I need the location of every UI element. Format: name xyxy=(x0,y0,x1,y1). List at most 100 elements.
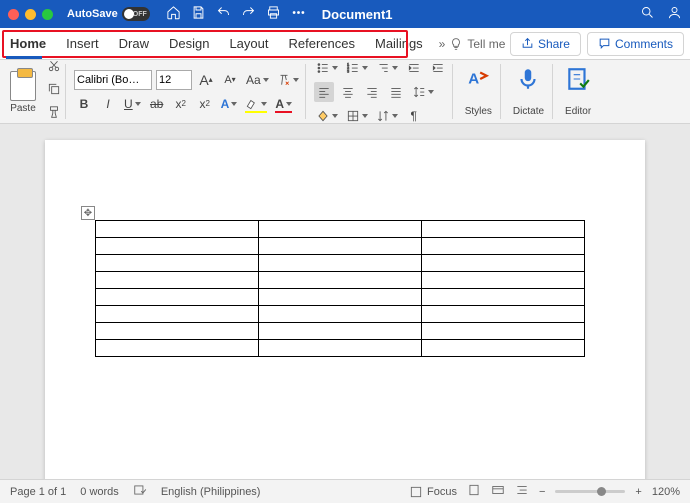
view-print-icon[interactable] xyxy=(467,483,481,500)
dictate-group[interactable]: Dictate xyxy=(505,64,553,119)
tab-draw[interactable]: Draw xyxy=(109,28,159,59)
decrease-font-icon[interactable]: A▾ xyxy=(220,70,240,90)
font-name-select[interactable] xyxy=(74,70,152,90)
align-center-button[interactable] xyxy=(338,82,358,102)
numbering-button[interactable]: 123 xyxy=(344,58,370,78)
table-cell[interactable] xyxy=(259,272,422,289)
account-icon[interactable] xyxy=(667,5,682,23)
paste-icon[interactable] xyxy=(10,71,36,101)
table-cell[interactable] xyxy=(96,323,259,340)
focus-button[interactable]: Focus xyxy=(409,485,457,499)
table-cell[interactable] xyxy=(422,306,585,323)
search-icon[interactable] xyxy=(640,5,655,23)
zoom-out-button[interactable]: − xyxy=(539,486,545,498)
close-window-icon[interactable] xyxy=(8,9,19,20)
multilevel-list-button[interactable] xyxy=(374,58,400,78)
table-cell[interactable] xyxy=(422,323,585,340)
table-cell[interactable] xyxy=(259,289,422,306)
spellcheck-icon[interactable] xyxy=(133,483,147,500)
view-outline-icon[interactable] xyxy=(515,483,529,500)
shading-button[interactable] xyxy=(314,106,340,126)
highlight-button[interactable] xyxy=(243,94,269,114)
maximize-window-icon[interactable] xyxy=(42,9,53,20)
zoom-slider[interactable] xyxy=(555,490,625,493)
align-right-button[interactable] xyxy=(362,82,382,102)
more-icon[interactable] xyxy=(291,5,306,23)
underline-button[interactable]: U xyxy=(122,94,143,114)
table-cell[interactable] xyxy=(422,255,585,272)
table-row[interactable] xyxy=(96,221,585,238)
line-spacing-button[interactable] xyxy=(410,82,436,102)
redo-icon[interactable] xyxy=(241,5,256,23)
table-row[interactable] xyxy=(96,306,585,323)
word-count[interactable]: 0 words xyxy=(80,486,119,498)
editor-group[interactable]: Editor xyxy=(557,64,599,119)
autosave-switch[interactable]: OFF xyxy=(122,7,150,21)
clear-formatting-icon[interactable] xyxy=(275,70,301,90)
bold-button[interactable]: B xyxy=(74,94,94,114)
font-color-button[interactable]: A xyxy=(273,94,294,114)
table-cell[interactable] xyxy=(422,238,585,255)
page-count[interactable]: Page 1 of 1 xyxy=(10,486,66,498)
table-cell[interactable] xyxy=(422,289,585,306)
table-row[interactable] xyxy=(96,340,585,357)
increase-font-icon[interactable]: A▴ xyxy=(196,70,216,90)
styles-group[interactable]: A Styles xyxy=(457,64,501,119)
document-table[interactable] xyxy=(95,220,585,357)
table-row[interactable] xyxy=(96,289,585,306)
copy-icon[interactable] xyxy=(47,82,61,101)
table-cell[interactable] xyxy=(259,238,422,255)
font-size-select[interactable] xyxy=(156,70,192,90)
share-button[interactable]: Share xyxy=(510,32,581,56)
change-case-button[interactable]: Aa xyxy=(244,70,271,90)
table-move-handle-icon[interactable]: ✥ xyxy=(81,206,95,220)
autosave-toggle[interactable]: AutoSave OFF xyxy=(67,7,150,21)
tab-references[interactable]: References xyxy=(279,28,365,59)
comments-button[interactable]: Comments xyxy=(587,32,684,56)
cut-icon[interactable] xyxy=(47,59,61,78)
undo-icon[interactable] xyxy=(216,5,231,23)
table-cell[interactable] xyxy=(96,289,259,306)
home-icon[interactable] xyxy=(166,5,181,23)
text-effects-button[interactable]: A xyxy=(219,94,240,114)
increase-indent-button[interactable] xyxy=(428,58,448,78)
table-cell[interactable] xyxy=(96,238,259,255)
bullets-button[interactable] xyxy=(314,58,340,78)
table-cell[interactable] xyxy=(259,306,422,323)
document-canvas[interactable]: ✥ xyxy=(0,124,690,479)
tell-me[interactable]: » Tell me xyxy=(439,28,506,59)
tab-layout[interactable]: Layout xyxy=(219,28,278,59)
table-cell[interactable] xyxy=(259,340,422,357)
tab-insert[interactable]: Insert xyxy=(56,28,109,59)
print-icon[interactable] xyxy=(266,5,281,23)
page[interactable]: ✥ xyxy=(45,140,645,479)
tab-design[interactable]: Design xyxy=(159,28,219,59)
tab-home[interactable]: Home xyxy=(0,28,56,59)
show-marks-button[interactable]: ¶ xyxy=(404,106,424,126)
strikethrough-button[interactable]: ab xyxy=(147,94,167,114)
table-cell[interactable] xyxy=(422,272,585,289)
table-cell[interactable] xyxy=(422,221,585,238)
table-cell[interactable] xyxy=(96,221,259,238)
table-cell[interactable] xyxy=(259,221,422,238)
decrease-indent-button[interactable] xyxy=(404,58,424,78)
italic-button[interactable]: I xyxy=(98,94,118,114)
borders-button[interactable] xyxy=(344,106,370,126)
table-row[interactable] xyxy=(96,272,585,289)
justify-button[interactable] xyxy=(386,82,406,102)
table-cell[interactable] xyxy=(259,255,422,272)
table-row[interactable] xyxy=(96,323,585,340)
table-cell[interactable] xyxy=(96,272,259,289)
table-row[interactable] xyxy=(96,238,585,255)
table-row[interactable] xyxy=(96,255,585,272)
zoom-in-button[interactable]: + xyxy=(635,486,641,498)
table-cell[interactable] xyxy=(96,255,259,272)
table-cell[interactable] xyxy=(422,340,585,357)
format-painter-icon[interactable] xyxy=(47,105,61,124)
language-status[interactable]: English (Philippines) xyxy=(161,486,261,498)
superscript-button[interactable]: x2 xyxy=(195,94,215,114)
align-left-button[interactable] xyxy=(314,82,334,102)
save-icon[interactable] xyxy=(191,5,206,23)
minimize-window-icon[interactable] xyxy=(25,9,36,20)
zoom-level[interactable]: 120% xyxy=(652,486,680,498)
